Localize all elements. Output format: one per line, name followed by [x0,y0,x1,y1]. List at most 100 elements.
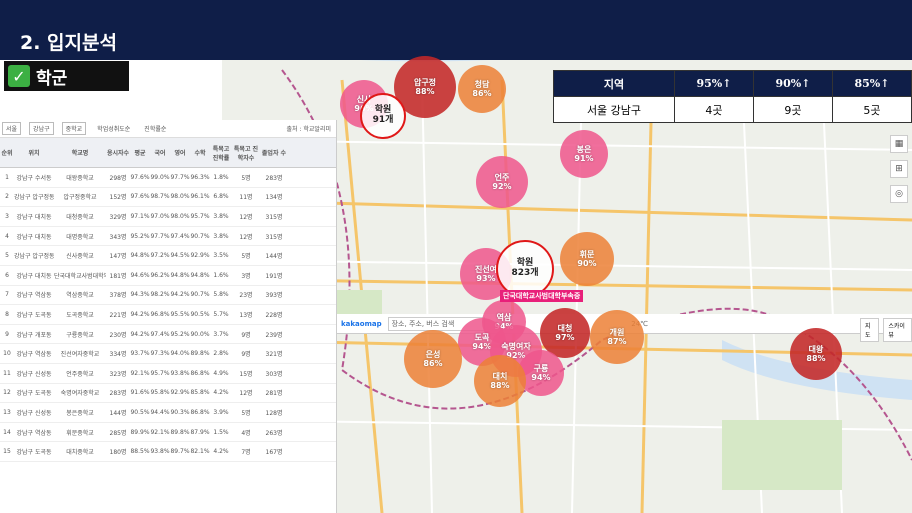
school-bubble[interactable]: 언주 92% [476,156,528,208]
sort-advancement-radio[interactable]: 진학률순 [141,123,169,134]
table-cell: 3.8% [213,232,229,240]
table-cell: 단국대학교사범대학부속중학교 [54,272,106,280]
slide: 2. 입지분석 ✓ 학군 kakaomap 장소, 주소, 버스 검색 24℃ … [0,0,912,513]
table-row[interactable]: 8 강남구 도곡동 도곡중학교 221명 94.2% 96.8% 95.5% 90.5% 5.7… [0,305,336,325]
school-bubble[interactable]: 대치 88% [474,355,526,407]
sort-achievement-radio[interactable]: 학업성취도순 [94,123,133,134]
table-cell: 강남구 압구정동 [14,253,54,261]
table-row[interactable]: 4 강남구 대치동 대명중학교 343명 95.2% 97.7% 97.4% 90.7% 3.8… [0,227,336,247]
table-cell: 94.2% [130,310,150,318]
region-select[interactable]: 서울 [2,122,22,135]
table-cell: 98.0% [170,193,190,201]
table-cell: 95.7% [150,369,170,377]
table-cell: 3.5% [213,252,229,260]
table-cell: 94.8% [170,271,190,279]
table-row[interactable]: 6강남구 대치동단국대학교사범대학부속중학교181명94.6%96.2%94.8… [0,266,336,286]
table-cell: 97.7% [170,173,190,181]
school-bubble[interactable]: 개원 87% [590,310,644,364]
school-bubble[interactable]: 은성 86% [404,330,462,388]
table-row[interactable]: 14 강남구 역삼동 휘문중학교 285명 89.9% 92.1% 89.8% 87.9% 1.… [0,423,336,443]
table-cell: 90.3% [170,408,190,416]
table-cell: 281명 [265,390,283,398]
bubble-name: 언주 [494,172,510,182]
map-view-buttons: 지도 스카이뷰 [860,318,912,342]
school-bubble[interactable]: 청담 86% [458,65,506,113]
bubble-name: 휘문 [579,249,595,259]
school-bubble[interactable]: 대왕 88% [790,328,842,380]
table-cell: 97.3% [150,350,170,358]
table-row[interactable]: 5 강남구 압구정동 신사중학교 147명 94.8% 97.2% 94.5% 92.9% 3.… [0,246,336,266]
table-cell: 대명중학교 [66,233,94,241]
map-location-icon[interactable]: ◎ [890,185,908,203]
table-cell: 2.8% [213,350,229,358]
table-row[interactable]: 11 강남구 신성동 언주중학교 323명 92.1% 95.7% 93.8% 86.8% 4.… [0,364,336,384]
table-cell: 3.8% [213,212,229,220]
table-cell: 강남구 개포동 [16,331,52,339]
table-cell: 1 [5,173,9,181]
table-row[interactable]: 2 강남구 압구정동 압구정중학교 152명 97.6% 98.7% 98.0% 96.1% 6… [0,188,336,208]
bubble-pct: 88% [415,87,435,96]
table-cell: 323명 [109,370,127,378]
table-cell: 5명 [241,253,251,261]
table-cell: 4 [5,232,9,240]
table-cell: 15명 [239,370,253,378]
table-cell: 강남구 도곡동 [16,311,52,319]
ring-count: 823개 [511,268,539,278]
achievement-summary-table: 지역 95%↑ 90%↑ 85%↑ 서울 강남구 4곳 9곳 5곳 [553,70,912,123]
table-row[interactable]: 7 강남구 역삼동 역삼중학교 378명 94.3% 98.2% 94.2% 90.7% 5.8… [0,286,336,306]
table-column-header: 수학 [194,150,206,157]
table-cell: 96.2% [150,271,170,279]
table-cell: 134명 [265,194,283,202]
table-cell: 대왕중학교 [66,174,94,182]
table-cell: 96.1% [190,193,210,201]
bubble-name: 개원 [609,327,625,337]
bubble-name: 대청 [557,323,573,333]
table-cell: 3명 [241,272,251,280]
top-bar [0,0,912,16]
table-cell: 6.8% [213,193,229,201]
academy-count-ring: 학원 91개 [360,93,406,139]
summary-header: 95%↑ [673,70,754,97]
school-bubble[interactable]: 휘문 90% [560,232,614,286]
table-column-header: 평균 [134,150,146,157]
table-cell: 94.5% [170,252,190,260]
summary-cell: 서울 강남구 [553,96,675,123]
map-grid-icon[interactable]: ⊞ [890,160,908,178]
table-cell: 88.5% [130,448,150,456]
table-cell: 86.8% [190,408,210,416]
school-bubble[interactable]: 봉은 91% [560,130,608,178]
table-cell: 90.0% [190,330,210,338]
summary-cell: 9곳 [752,96,833,123]
district-select[interactable]: 강남구 [29,122,54,135]
section-label: ✓ 학군 [4,61,129,91]
table-cell: 87.9% [190,428,210,436]
table-cell: 3.7% [213,330,229,338]
table-row[interactable]: 15 강남구 도곡동 대치중학교 180명 88.5% 93.8% 89.7% 82.1% 4.… [0,442,336,462]
table-cell: 93.8% [170,369,190,377]
map-layer-icon[interactable]: ▦ [890,135,908,153]
table-row[interactable]: 3 강남구 대치동 대청중학교 329명 97.1% 97.0% 98.0% 95.7% 3.8… [0,207,336,227]
table-cell: 12 [3,389,11,397]
table-cell: 1.5% [213,428,229,436]
table-cell: 86.8% [190,369,210,377]
summary-header: 90%↑ [752,70,833,97]
table-cell: 98.2% [150,291,170,299]
school-level-select[interactable]: 중학교 [61,122,87,135]
table-row[interactable]: 9 강남구 개포동 구룡중학교 230명 94.2% 97.4% 95.2% 90.0% 3.7… [0,325,336,345]
table-row[interactable]: 12 강남구 도곡동 숙명여자중학교 283명 91.6% 95.8% 92.9% 85.8%… [0,384,336,404]
table-cell: 97.4% [170,232,190,240]
table-cell: 23명 [239,292,253,300]
kakao-logo[interactable]: kakaomap [341,320,382,328]
skyview-button[interactable]: 스카이뷰 [883,318,912,342]
table-row[interactable]: 13 강남구 신성동 봉은중학교 144명 90.5% 94.4% 90.3% 86.8% 3.… [0,403,336,423]
map-view-button[interactable]: 지도 [860,318,880,342]
table-row[interactable]: 10 강남구 역삼동 진선여자중학교 334명 93.7% 97.3% 94.0% 89.8%… [0,344,336,364]
table-cell: 5.8% [213,291,229,299]
bubble-name: 압구정 [413,77,437,87]
bubble-name: 청담 [474,79,490,89]
table-cell: 89.7% [170,448,190,456]
table-row[interactable]: 1 강남구 수서동 대왕중학교 298명 97.6% 99.0% 97.7% 96.3% 1.8… [0,168,336,188]
table-cell: 90.5% [190,310,210,318]
school-ranking-table: 서울 강남구 중학교 학업성취도순 진학률순 출처 : 학교알리미 순위 위치 학교… [0,120,337,513]
table-cell: 94.8% [190,271,210,279]
